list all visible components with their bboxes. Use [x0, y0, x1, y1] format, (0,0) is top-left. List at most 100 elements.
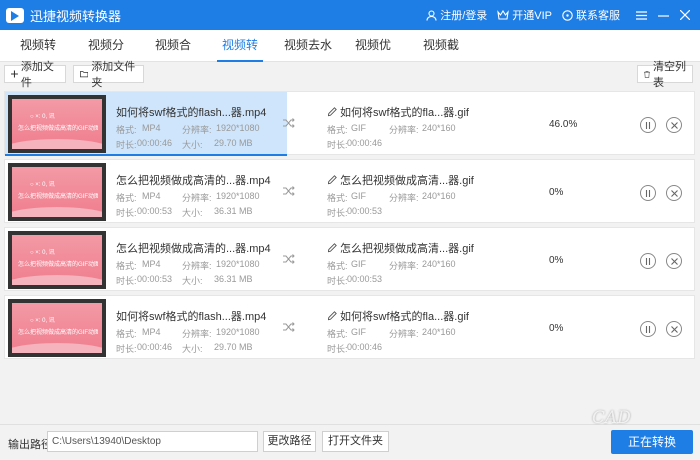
edit-icon[interactable]: [328, 311, 337, 321]
input-format: MP4: [142, 259, 161, 269]
progress-text: 0%: [549, 323, 564, 334]
tab-video-to-gif[interactable]: 视频转GIF: [217, 30, 263, 83]
input-size: 29.70 MB: [214, 342, 253, 352]
input-format: MP4: [142, 327, 161, 337]
pause-button[interactable]: [640, 117, 656, 133]
tab-video-screenshot[interactable]: 视频截图: [421, 30, 461, 83]
list-item[interactable]: ○ ×: 0, 讯 怎么把视频做成高清的GIF动图 如何将swf格式的flash…: [4, 295, 695, 359]
video-thumbnail: ○ ×: 0, 讯 怎么把视频做成高清的GIF动图: [8, 95, 106, 153]
pause-button[interactable]: [640, 321, 656, 337]
tab-video-optimize[interactable]: 视频优化: [353, 30, 393, 83]
input-resolution: 1920*1080: [216, 191, 260, 201]
folder-icon: [80, 71, 89, 78]
open-folder-button[interactable]: 打开文件夹: [322, 431, 389, 452]
login-link[interactable]: 注册/登录: [426, 7, 487, 23]
change-path-button[interactable]: 更改路径: [263, 431, 316, 452]
video-thumbnail: ○ ×: 0, 讯 怎么把视频做成高清的GIF动图: [8, 163, 106, 221]
header-actions: 注册/登录 开通VIP 联系客服: [426, 0, 700, 30]
user-icon: [426, 9, 437, 21]
toolbar: 添加文件 添加文件夹 清空列表: [0, 61, 700, 89]
cancel-button[interactable]: [666, 321, 682, 337]
resolution-label: 分辨率:: [182, 193, 212, 203]
support-label: 联系客服: [576, 10, 620, 22]
menu-icon: [635, 10, 647, 20]
shuffle-icon: [283, 118, 295, 128]
support-link[interactable]: 联系客服: [562, 7, 620, 23]
cancel-button[interactable]: [666, 253, 682, 269]
output-file: 如何将swf格式的fla...器.gif: [328, 104, 469, 120]
input-duration: 00:00:46: [137, 138, 173, 148]
resolution-label: 分辨率:: [389, 329, 419, 339]
format-label: 格式:: [327, 261, 348, 271]
add-file-label: 添加文件: [20, 61, 54, 89]
progress-text: 0%: [549, 187, 564, 198]
menu-button[interactable]: [630, 0, 652, 30]
output-format: GIF: [351, 191, 366, 201]
support-icon: [562, 9, 573, 21]
pause-button[interactable]: [640, 185, 656, 201]
pause-icon: [645, 189, 651, 197]
cancel-icon: [670, 325, 678, 333]
input-size: 29.70 MB: [214, 138, 253, 148]
plus-icon: [11, 70, 18, 78]
pause-button[interactable]: [640, 253, 656, 269]
output-duration: 00:00:46: [347, 342, 383, 352]
app-title: 迅捷视频转换器: [30, 8, 122, 24]
convert-button[interactable]: 正在转换: [611, 430, 693, 454]
close-icon: [680, 10, 690, 20]
input-size: 36.31 MB: [214, 206, 253, 216]
pause-icon: [645, 121, 651, 129]
app-logo-icon: [6, 7, 24, 23]
output-path-field[interactable]: C:\Users\13940\Desktop: [47, 431, 258, 452]
clear-list-button[interactable]: 清空列表: [637, 61, 693, 89]
output-duration: 00:00:53: [347, 206, 383, 216]
output-resolution: 240*160: [422, 327, 456, 337]
resolution-label: 分辨率:: [182, 329, 212, 339]
input-filename: 怎么把视频做成高清的...器.mp4: [116, 243, 271, 255]
cancel-button[interactable]: [666, 185, 682, 201]
video-thumbnail: ○ ×: 0, 讯 怎么把视频做成高清的GIF动图: [8, 231, 106, 289]
format-label: 格式:: [116, 329, 137, 339]
output-resolution: 240*160: [422, 123, 456, 133]
input-resolution: 1920*1080: [216, 123, 260, 133]
progress-text: 0%: [549, 255, 564, 266]
resolution-label: 分辨率:: [389, 261, 419, 271]
output-filename: 如何将swf格式的fla...器.gif: [340, 107, 469, 119]
duration-label: 时长:: [327, 208, 348, 218]
bottom-bar: 输出路径: C:\Users\13940\Desktop 更改路径 打开文件夹 …: [0, 424, 700, 460]
resolution-label: 分辨率:: [182, 125, 212, 135]
edit-icon[interactable]: [328, 243, 337, 253]
tab-video-merge[interactable]: 视频合并: [153, 30, 193, 83]
list-item[interactable]: ○ ×: 0, 讯 怎么把视频做成高清的GIF动图 怎么把视频做成高清的...器…: [4, 227, 695, 291]
duration-label: 时长:: [327, 276, 348, 286]
input-duration: 00:00:53: [137, 274, 173, 284]
resolution-label: 分辨率:: [389, 193, 419, 203]
vip-link[interactable]: 开通VIP: [497, 7, 552, 23]
list-item[interactable]: ○ ×: 0, 讯 怎么把视频做成高清的GIF动图 如何将swf格式的flash…: [4, 91, 695, 156]
format-label: 格式:: [327, 329, 348, 339]
minimize-button[interactable]: [652, 0, 674, 30]
edit-icon[interactable]: [328, 107, 337, 117]
output-duration: 00:00:46: [347, 138, 383, 148]
duration-label: 时长:: [327, 344, 348, 354]
edit-icon[interactable]: [328, 175, 337, 185]
cancel-button[interactable]: [666, 117, 682, 133]
output-file: 如何将swf格式的fla...器.gif: [328, 308, 469, 324]
minimize-icon: [657, 14, 669, 17]
vip-icon: [497, 10, 510, 20]
input-format: MP4: [142, 123, 161, 133]
add-folder-label: 添加文件夹: [91, 61, 136, 89]
close-button[interactable]: [674, 0, 696, 30]
list-item[interactable]: ○ ×: 0, 讯 怎么把视频做成高清的GIF动图 怎么把视频做成高清的...器…: [4, 159, 695, 223]
progress-text: 46.0%: [549, 119, 578, 130]
tab-remove-watermark[interactable]: 视频去水印: [283, 30, 333, 83]
duration-label: 时长:: [116, 208, 137, 218]
add-folder-button[interactable]: 添加文件夹: [73, 61, 144, 89]
add-file-button[interactable]: 添加文件: [4, 61, 66, 89]
resolution-label: 分辨率:: [182, 261, 212, 271]
size-label: 大小:: [182, 344, 203, 354]
cancel-icon: [670, 121, 678, 129]
input-resolution: 1920*1080: [216, 327, 260, 337]
format-label: 格式:: [116, 261, 137, 271]
output-filename: 怎么把视频做成高清...器.gif: [340, 243, 474, 255]
